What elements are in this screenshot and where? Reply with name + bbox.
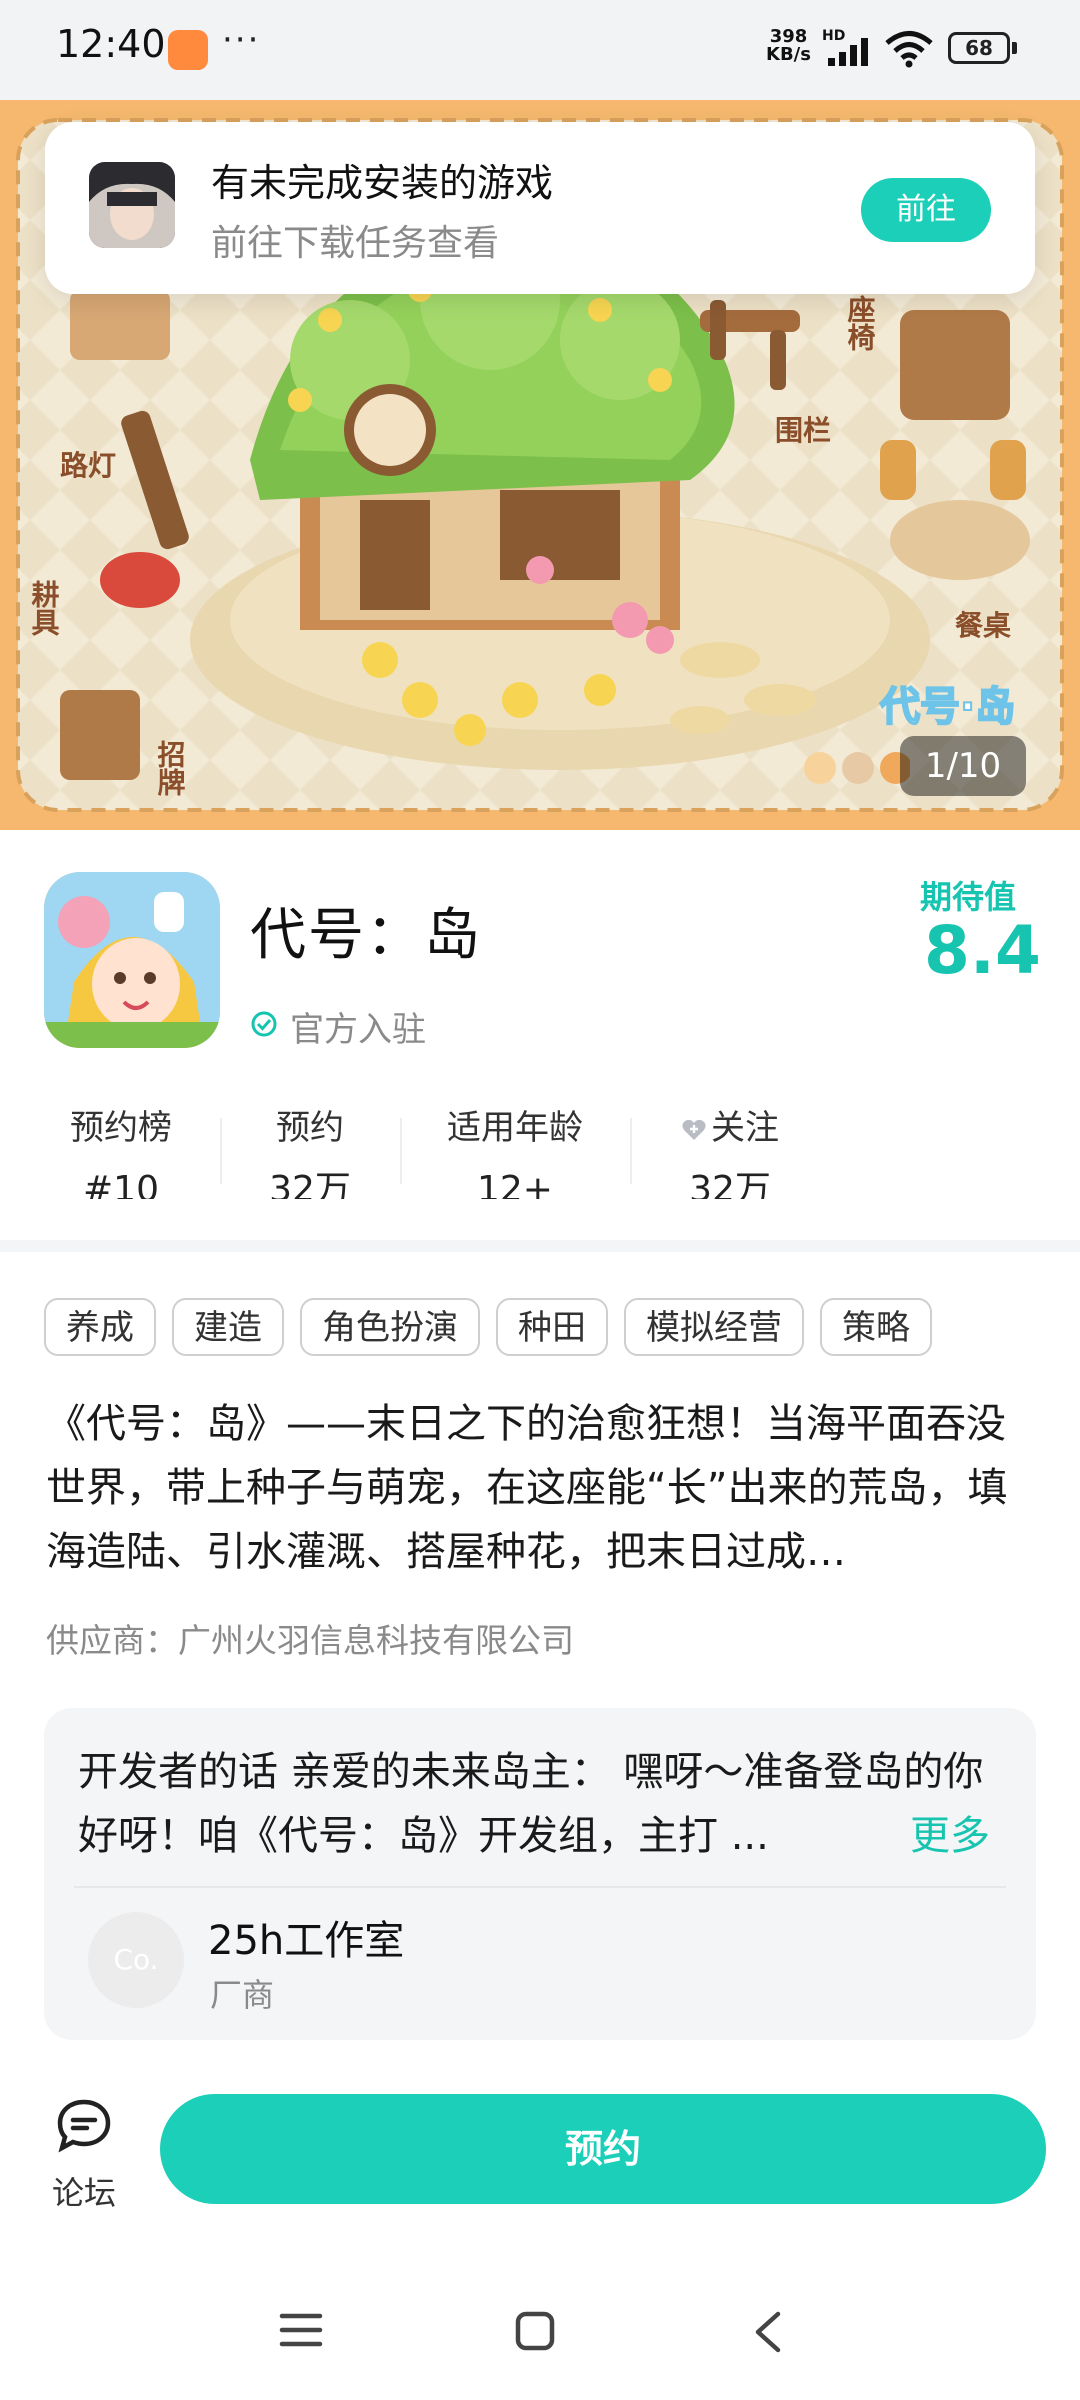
stat-reservations[interactable]: 预约 32万 [250,1100,370,1199]
tag-item[interactable]: 建造 [172,1298,284,1356]
goto-button[interactable]: 前往 [861,178,991,242]
verified-label: 官方入驻 [290,1010,426,1050]
stat-divider [220,1118,222,1184]
home-icon[interactable] [514,2310,556,2352]
stat-rank[interactable]: 预约榜 #10 [56,1100,186,1199]
stat-value: 32万 [689,1169,771,1199]
status-more-icon: ··· [222,20,261,60]
stat-value: 12+ [477,1169,553,1199]
menu-icon[interactable] [278,2310,324,2350]
tag-item[interactable]: 角色扮演 [300,1298,480,1356]
stat-age[interactable]: 适用年龄 12+ [430,1100,600,1199]
notification-title: 有未完成安装的游戏 [211,161,554,205]
stat-label: 适用年龄 [447,1108,583,1148]
stat-value: 32万 [269,1169,351,1199]
wifi-icon [885,31,933,68]
forum-label[interactable]: 论坛 [52,2168,116,2214]
developer-avatar[interactable]: Co. [88,1912,184,2008]
system-nav-bar [0,2270,1080,2400]
game-icon [44,872,220,1048]
developer-role: 厂商 [210,1976,275,2014]
notification-game-icon [89,162,175,248]
game-description[interactable]: 《代号：岛》——末日之下的治愈狂想！当海平面吞没世界，带上种子与萌宠，在这座能“… [46,1392,1036,1584]
stat-value: #10 [83,1169,159,1199]
status-time: 12:40 [56,22,166,66]
install-notification-card[interactable]: 有未完成安装的游戏 前往下载任务查看 前往 [45,122,1035,294]
supplier-text: 供应商：广州火羽信息科技有限公司 [46,1621,574,1660]
developer-card[interactable]: 开发者的话 亲爱的未来岛主： 嘿呀～准备登岛的你好呀！咱《代号：岛》开发组，主打… [44,1708,1036,2040]
developer-name[interactable]: 25h工作室 [208,1908,404,1966]
banner-label-tool: 耕具 [28,580,61,637]
tag-item[interactable]: 养成 [44,1298,156,1356]
reserve-button[interactable]: 预约 [160,2094,1046,2204]
banner-label-chair: 座椅 [844,294,877,351]
stat-label: 预约榜 [70,1108,172,1148]
signal-icon [828,38,868,66]
forum-icon[interactable] [54,2096,114,2156]
banner-logo: 代号·岛 [879,684,1015,730]
carousel-dots [804,752,910,784]
tag-item[interactable]: 模拟经营 [624,1298,804,1356]
net-speed: 398 KB/s [766,28,811,64]
stat-label: 预约 [276,1108,344,1148]
stat-divider [400,1118,402,1184]
battery-tip [1012,42,1017,54]
stat-divider [630,1118,632,1184]
section-separator [0,1240,1080,1252]
notification-subtitle: 前往下载任务查看 [211,223,500,264]
expect-value: 8.4 [924,912,1041,989]
back-icon[interactable] [752,2310,784,2354]
tag-item[interactable]: 种田 [496,1298,608,1356]
tag-item[interactable]: 策略 [820,1298,932,1356]
app-notification-icon [168,30,208,70]
stat-label-row: 关注 [660,1100,800,1149]
banner-label-table: 餐桌 [955,609,1011,642]
verified-icon [251,1011,277,1037]
banner-label-fence: 围栏 [775,414,831,447]
heart-add-icon [682,1119,706,1140]
divider [74,1886,1006,1888]
stat-follow[interactable]: 关注 32万 [660,1100,800,1199]
battery-icon: 68 [948,32,1010,64]
stat-label: 关注 [711,1108,779,1148]
banner-label-sign: 招牌 [154,740,187,797]
game-title: 代号：岛 [250,903,482,968]
net-speed-unit: KB/s [766,44,811,65]
tag-list: 养成 建造 角色扮演 种田 模拟经营 策略 [44,1298,932,1356]
banner-label-lamp: 路灯 [60,449,116,482]
more-link[interactable]: 更多 [910,1804,990,1868]
developer-words: 开发者的话 亲爱的未来岛主： 嘿呀～准备登岛的你好呀！咱《代号：岛》开发组，主打… [78,1749,984,1859]
page-indicator: 1/10 [900,736,1026,796]
